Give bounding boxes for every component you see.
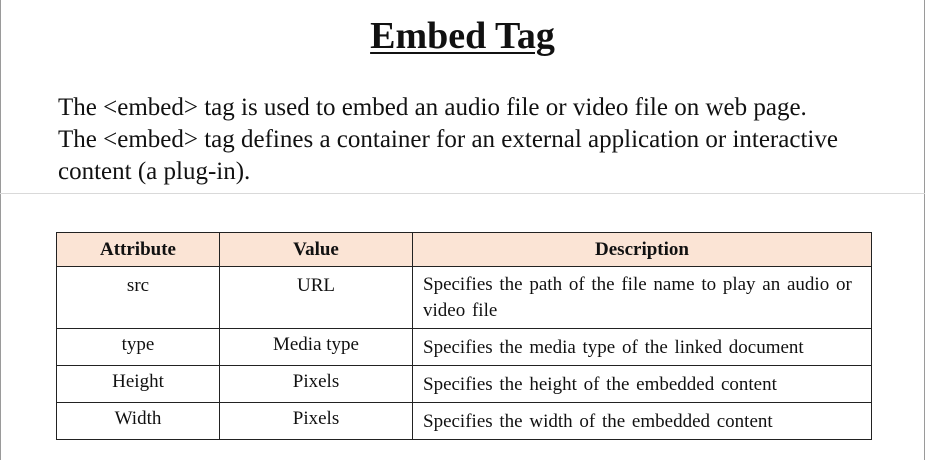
intro-line-2: The <embed> tag defines a container for … <box>58 126 838 185</box>
left-border <box>0 0 1 460</box>
cell-attribute: type <box>56 328 220 366</box>
divider-line <box>0 193 925 194</box>
cell-description: Specifies the media type of the linked d… <box>412 328 872 366</box>
header-attribute: Attribute <box>56 232 220 267</box>
cell-value: Media type <box>219 328 413 366</box>
cell-description: Specifies the height of the embedded con… <box>412 365 872 403</box>
cell-value: Pixels <box>219 402 413 440</box>
table-row: src URL Specifies the path of the file n… <box>56 266 872 329</box>
cell-attribute: Height <box>56 365 220 403</box>
cell-description: Specifies the path of the file name to p… <box>412 266 872 329</box>
cell-description: Specifies the width of the embedded cont… <box>412 402 872 440</box>
intro-paragraph: The <embed> tag is used to embed an audi… <box>58 92 908 188</box>
header-description: Description <box>412 232 872 267</box>
table-header-row: Attribute Value Description <box>56 232 872 267</box>
table-row: type Media type Specifies the media type… <box>56 328 872 366</box>
cell-value: URL <box>219 266 413 329</box>
page-title: Embed Tag <box>370 15 555 57</box>
header-value: Value <box>219 232 413 267</box>
table-row: Height Pixels Specifies the height of th… <box>56 365 872 403</box>
cell-attribute: Width <box>56 402 220 440</box>
intro-line-1: The <embed> tag is used to embed an audi… <box>58 94 807 121</box>
cell-attribute: src <box>56 266 220 329</box>
attributes-table: Attribute Value Description src URL Spec… <box>56 232 872 440</box>
cell-value: Pixels <box>219 365 413 403</box>
table-row: Width Pixels Specifies the width of the … <box>56 402 872 440</box>
